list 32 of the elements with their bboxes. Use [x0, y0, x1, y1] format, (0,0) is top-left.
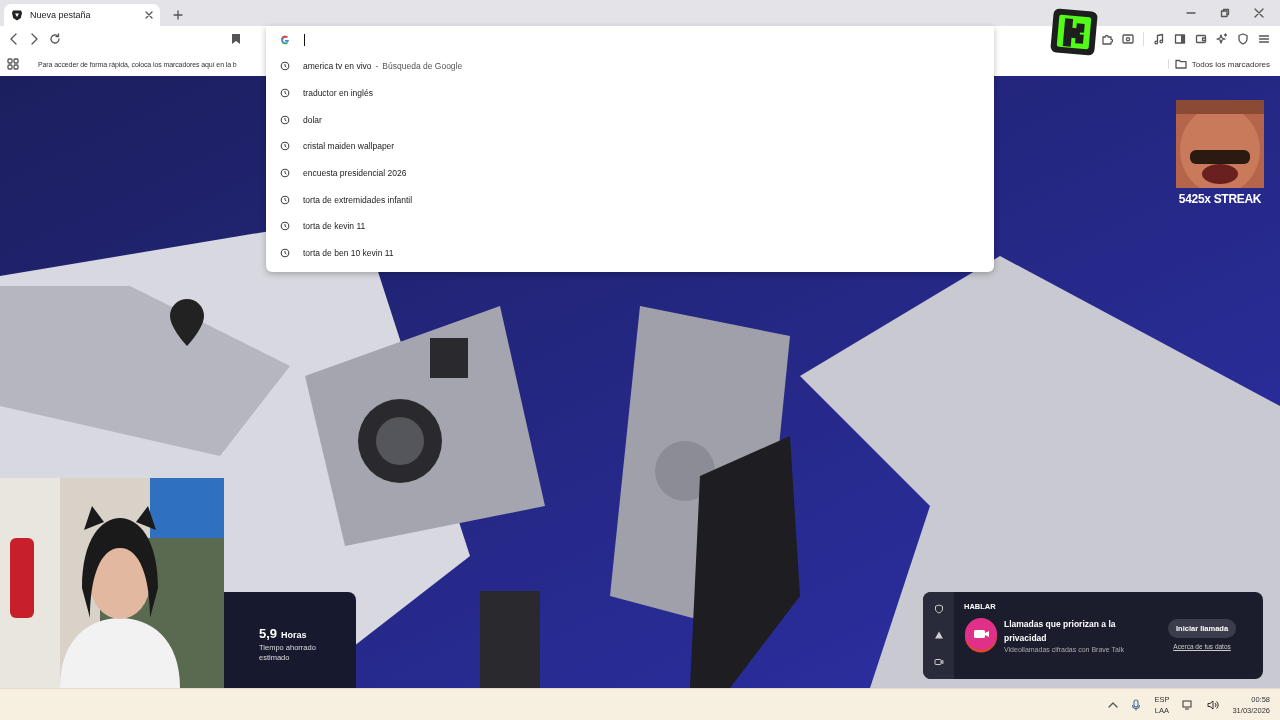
- bookmark-icon[interactable]: [231, 33, 241, 45]
- apps-grid-icon[interactable]: [7, 58, 19, 70]
- plus-icon[interactable]: [173, 10, 183, 20]
- window-search-icon[interactable]: [1122, 33, 1134, 45]
- music-note-icon[interactable]: [1153, 33, 1165, 45]
- suggestion-item[interactable]: america tv en vivo - Búsqueda de Google: [266, 53, 994, 80]
- restore-icon[interactable]: [1220, 8, 1230, 18]
- wallet-icon[interactable]: [1195, 33, 1207, 45]
- browser-tab[interactable]: Nueva pestaña: [4, 4, 160, 26]
- forward-icon[interactable]: [29, 33, 39, 45]
- sticker-icon: [1049, 7, 1099, 57]
- suggestion-detail: Búsqueda de Google: [382, 61, 463, 72]
- network-icon[interactable]: [1182, 698, 1195, 711]
- lion-shield-icon: [11, 9, 23, 21]
- speaker-icon[interactable]: [1207, 698, 1220, 711]
- close-icon[interactable]: [1254, 8, 1264, 18]
- text-caret: [304, 33, 305, 46]
- microphone-icon[interactable]: [1131, 698, 1142, 711]
- all-bookmarks-button[interactable]: Todos los marcadores: [1167, 59, 1270, 69]
- history-icon: [280, 61, 290, 72]
- folder-icon: [1174, 59, 1187, 69]
- shield-icon[interactable]: [1237, 33, 1249, 45]
- separator-dash: -: [375, 61, 379, 72]
- puzzle-icon[interactable]: [1101, 33, 1113, 45]
- menu-icon[interactable]: [1258, 33, 1270, 45]
- sidebar-icon[interactable]: [1174, 33, 1186, 45]
- sparkle-icon[interactable]: [1216, 33, 1228, 45]
- google-g-icon: [280, 34, 290, 45]
- reload-icon[interactable]: [49, 33, 61, 45]
- back-icon[interactable]: [9, 33, 19, 45]
- chevron-up-icon[interactable]: [1108, 700, 1119, 709]
- close-icon[interactable]: [144, 10, 154, 20]
